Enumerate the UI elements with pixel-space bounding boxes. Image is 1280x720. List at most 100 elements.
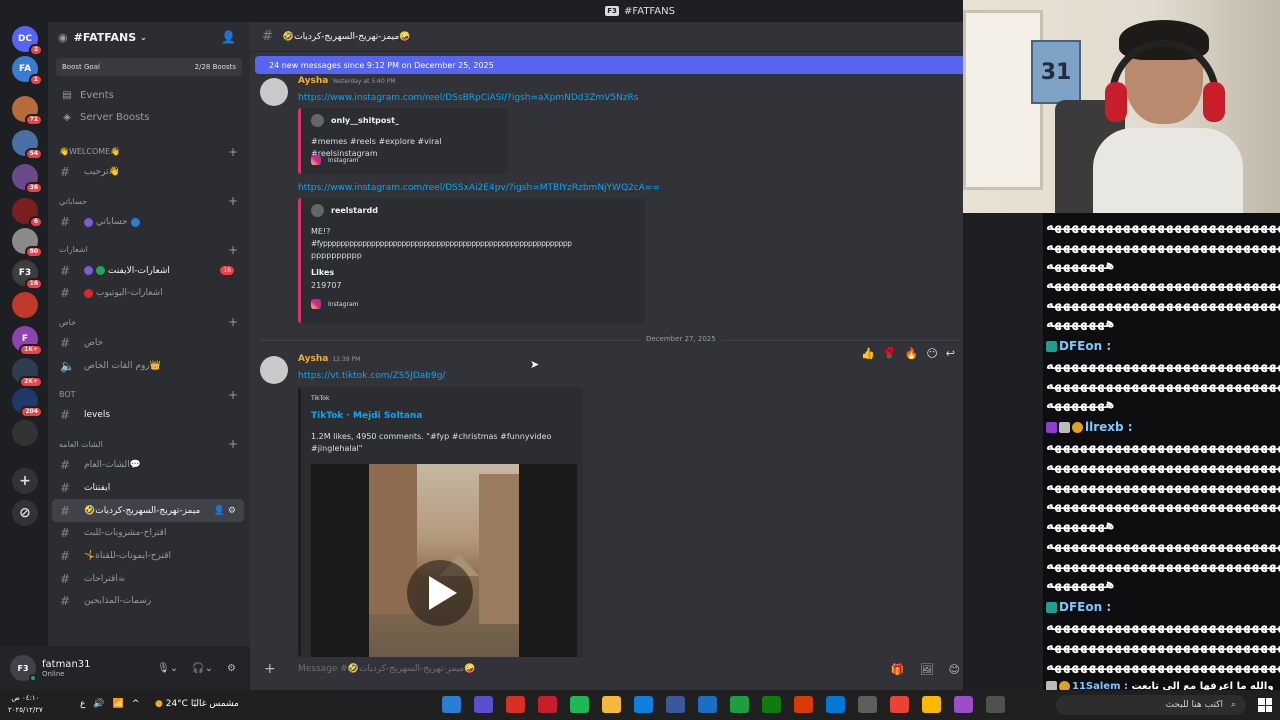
taskbar-app-icon[interactable] <box>730 696 749 713</box>
emoji-icon[interactable]: 😊 <box>949 663 960 676</box>
server-icon[interactable] <box>12 420 38 446</box>
channel-youtube-notifications[interactable]: # اشعارات-اليوتيوب <box>48 282 244 305</box>
avatar[interactable] <box>260 78 288 106</box>
taskbar-app-icon[interactable] <box>794 696 813 713</box>
taskbar-app-icon[interactable] <box>762 696 781 713</box>
taskbar-app-icon[interactable] <box>858 696 877 713</box>
taskbar-app-icon[interactable] <box>474 696 493 713</box>
channel-general-chat[interactable]: # الشات-العام💬 <box>48 454 244 477</box>
taskbar-app-icon[interactable] <box>506 696 525 713</box>
reaction-button[interactable]: 👍 <box>861 347 875 360</box>
add-channel-icon[interactable]: + <box>228 315 238 329</box>
server-icon[interactable]: DC 2 <box>12 26 43 56</box>
category-private[interactable]: خاص + <box>48 313 250 332</box>
taskbar-app-icon[interactable] <box>666 696 685 713</box>
taskbar-app-icon[interactable] <box>538 696 557 713</box>
channel-suggestions[interactable]: # اقتراحات☕ <box>48 567 244 590</box>
server-icon[interactable]: 80 <box>12 228 43 258</box>
volume-icon[interactable]: 🔊 <box>93 699 104 709</box>
server-icon[interactable]: 71 <box>12 96 43 126</box>
channel-artists[interactable]: # رسمات-المذابحين <box>48 590 244 613</box>
taskbar-app-icon[interactable] <box>602 696 621 713</box>
taskbar-app-icon[interactable] <box>570 696 589 713</box>
channel-events[interactable]: # ايفنتات <box>48 477 244 500</box>
channel-settings-icon[interactable]: 👤 ⚙ <box>214 506 236 516</box>
channel-suggest-emotes[interactable]: # 🤸اقترح-ايموتات-للقناة <box>48 545 244 568</box>
server-boosts-link[interactable]: ◈ Server Boosts <box>48 106 250 128</box>
add-channel-icon[interactable]: + <box>228 437 238 451</box>
add-server-icon[interactable]: + <box>12 468 38 494</box>
boost-goal-bar[interactable]: Boost Goal 2/28 Boosts <box>56 58 242 76</box>
message-composer[interactable]: + Message #🤣ميمز-تهريج-السهريج-كرديات🤪 🎁… <box>260 654 960 684</box>
server-icon[interactable]: 2K+ <box>12 358 43 388</box>
server-icon[interactable] <box>12 292 38 318</box>
category-accounts[interactable]: حساباتي + <box>48 192 250 211</box>
taskbar-app-icon[interactable] <box>634 696 653 713</box>
add-channel-icon[interactable]: + <box>228 145 238 159</box>
add-channel-icon[interactable]: + <box>228 243 238 257</box>
embed-author[interactable]: reelstardd <box>311 204 378 217</box>
weather-widget[interactable]: ● 24°C مشمس غالبًا <box>155 699 239 709</box>
guild-header[interactable]: ◉ #FATFANS ⌄ 👤 <box>48 22 250 52</box>
channel-memes-active[interactable]: # 🤣ميمز-تهريج-السهريج-كرديات 👤 ⚙ <box>52 499 244 522</box>
message-author[interactable]: Aysha Yesterday at 5:40 PM <box>298 76 396 86</box>
events-link[interactable]: ▤ Events <box>48 84 250 106</box>
language-indicator[interactable]: ع <box>80 699 85 709</box>
taskbar-app-icon[interactable] <box>890 696 909 713</box>
channel-private[interactable]: # خاص <box>48 332 244 355</box>
taskbar-search[interactable]: اكتب هنا للبحث ⌕ <box>1056 695 1246 715</box>
microphone-icon[interactable]: 🎙⌄ <box>157 663 178 674</box>
server-icon[interactable]: F 1K+ <box>12 326 43 356</box>
category-notifications[interactable]: اشعارات + <box>48 240 250 259</box>
reaction-button[interactable]: 😶 <box>926 347 937 360</box>
category-general[interactable]: الشات العامه + <box>48 435 250 454</box>
reaction-button[interactable]: 🌹 <box>883 347 897 360</box>
avatar[interactable]: F3 <box>10 655 37 682</box>
taskbar-app-icon[interactable] <box>986 696 1005 713</box>
channel-suggest-drinks[interactable]: # اقتراح-مشروبات-للبث <box>48 522 244 545</box>
headphones-icon[interactable]: 🎧⌄ <box>192 663 213 674</box>
server-icon[interactable]: FA 1 <box>12 56 43 86</box>
invite-people-icon[interactable]: 👤 <box>221 30 236 44</box>
channel-welcome[interactable]: # ترحيب👋 <box>48 161 244 184</box>
taskbar-clock[interactable]: ٠٤:١٠ ص ٢٠٢٥/١٢/٢٧ <box>8 692 43 716</box>
reaction-button[interactable]: ↩ <box>946 347 955 360</box>
reaction-button[interactable]: 🔥 <box>905 347 919 360</box>
taskbar-app-icon[interactable] <box>954 696 973 713</box>
taskbar-app-icon[interactable] <box>922 696 941 713</box>
add-channel-icon[interactable]: + <box>228 388 238 402</box>
gear-icon[interactable]: ⚙ <box>227 663 236 674</box>
tiktok-link[interactable]: https://vt.tiktok.com/ZS5JDab9g/ <box>298 371 445 381</box>
add-channel-icon[interactable]: + <box>228 194 238 208</box>
server-icon[interactable]: 204 <box>12 388 43 418</box>
server-icon[interactable]: 54 <box>12 130 43 160</box>
embed-title[interactable]: TikTok · Mejdi Soltana <box>311 411 422 421</box>
channel-kick-notifications[interactable]: # اشعارات-الايفنت 16 <box>48 259 244 282</box>
instagram-link[interactable]: https://www.instagram.com/reel/DSsBRpCiA… <box>298 93 638 103</box>
avatar[interactable] <box>260 356 288 384</box>
server-icon[interactable]: F3 16 <box>12 260 43 290</box>
taskbar-app-icon[interactable] <box>698 696 717 713</box>
video-thumbnail[interactable] <box>311 464 577 657</box>
taskbar-app-icon[interactable] <box>442 696 461 713</box>
start-button-icon[interactable] <box>1258 698 1272 712</box>
category-welcome[interactable]: 👋WELCOME👋 + <box>48 142 250 161</box>
channel-my-accounts[interactable]: # حساباتي <box>48 211 244 234</box>
tray-overflow-icon[interactable]: ^ <box>132 699 140 709</box>
category-bot[interactable]: BOT + <box>48 385 250 404</box>
channel-levels[interactable]: # levels <box>48 404 244 427</box>
user-names[interactable]: fatman31 Online <box>42 659 91 678</box>
gif-icon[interactable]: 🖼 <box>920 663 934 676</box>
voice-channel-room[interactable]: 🔈 روم القات الخاص👑 <box>48 354 244 377</box>
discover-icon[interactable]: ⊘ <box>12 500 38 526</box>
taskbar-app-icon[interactable] <box>826 696 845 713</box>
server-icon[interactable]: 36 <box>12 164 43 194</box>
play-icon[interactable] <box>407 560 473 626</box>
network-icon[interactable]: 📶 <box>113 699 124 709</box>
instagram-link[interactable]: https://www.instagram.com/reel/DSSxAi2E4… <box>298 183 660 193</box>
add-attachment-icon[interactable]: + <box>264 661 284 677</box>
new-messages-bar[interactable]: 24 new messages since 9:12 PM on Decembe… <box>255 56 963 74</box>
gift-icon[interactable]: 🎁 <box>891 663 905 676</box>
message-author[interactable]: Aysha 12:39 PM <box>298 354 360 364</box>
embed-author[interactable]: only__shitpost_ <box>311 114 399 127</box>
